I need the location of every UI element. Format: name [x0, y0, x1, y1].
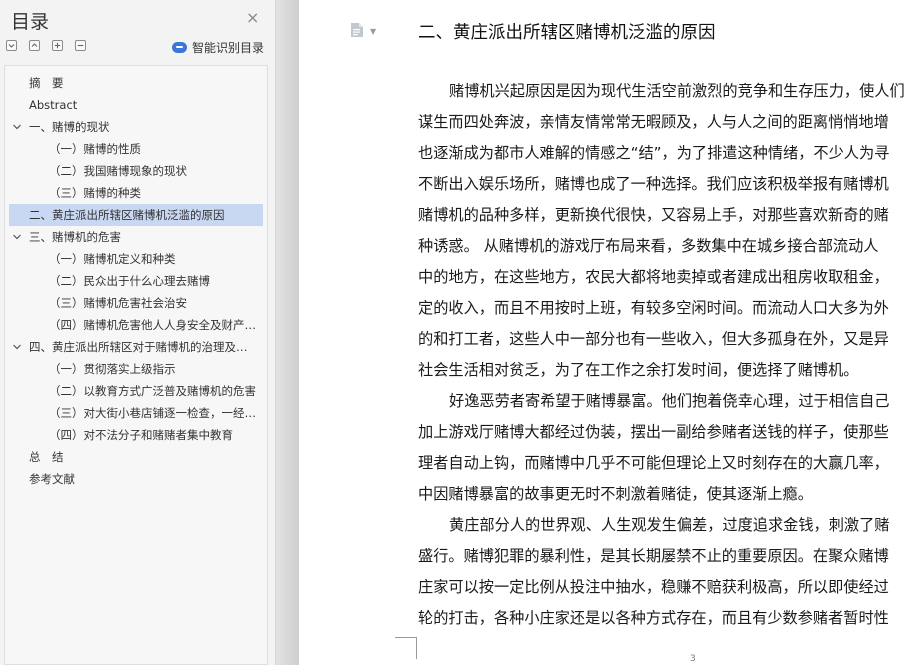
toc-item[interactable]: （二）以教育方式广泛普及赌博机的危害: [9, 380, 263, 402]
toc-item-label: （一）赌博机定义和种类: [49, 252, 176, 266]
toc-item[interactable]: （三）赌博机危害社会治安: [9, 292, 263, 314]
toc-item-label: （三）赌博机危害社会治安: [49, 296, 187, 310]
document-body: 赌博机兴起原因是因为现代生活空前激烈的竞争和生存压力，使人们谋生而四处奔波，亲情…: [418, 76, 909, 634]
toc-item-label: （四）赌博机危害他人人身安全及财产安全: [49, 318, 263, 332]
document-line: 中因赌博暴富的故事更无时不刺激着赌徒，使其逐渐上瘾。: [418, 485, 813, 503]
chevron-down-icon[interactable]: [11, 341, 23, 353]
toc-item-label: 参考文献: [29, 472, 75, 486]
toc-item-label: （三）赌博的种类: [49, 186, 141, 200]
cloud-icon: [172, 42, 187, 53]
page-number: 3: [690, 654, 696, 664]
expand-all-button[interactable]: [6, 40, 17, 51]
toc-item-label: 四、黄庄派出所辖区对于赌博机的治理及对策: [29, 340, 259, 354]
chevron-down-icon: [8, 44, 15, 48]
toc-sidebar: 目录 × 智能识别目录 摘 要 Abstract 一、赌博的现状 （一）赌博的性质 （二…: [0, 0, 276, 665]
toc-item-label: 二、黄庄派出所辖区赌博机泛滥的原因: [29, 208, 225, 222]
document-menu-button[interactable]: ▼: [350, 22, 376, 42]
document-line: 赌博机兴起原因是因为现代生活空前激烈的竞争和生存压力，使人们: [449, 82, 905, 100]
caret-down-icon: ▼: [370, 27, 377, 36]
toc-item-label: 一、赌博的现状: [29, 120, 110, 134]
toc-item[interactable]: （三）对大街小巷店铺逐一检查，一经发现立即取缔: [9, 402, 263, 424]
toc-item[interactable]: 四、黄庄派出所辖区对于赌博机的治理及对策: [9, 336, 263, 358]
chevron-down-icon[interactable]: [11, 121, 23, 133]
toc-item[interactable]: （四）赌博机危害他人人身安全及财产安全: [9, 314, 263, 336]
chevron-down-icon[interactable]: [11, 231, 23, 243]
toc-item-label: （二）民众出于什么心理去赌博: [49, 274, 210, 288]
toc-list: 摘 要 Abstract 一、赌博的现状 （一）赌博的性质 （二）我国赌博现象的现状 （三…: [9, 72, 263, 490]
chevron-up-icon: [31, 43, 38, 47]
document-line: 中的地方，在这些地方，农民大都将地卖掉或者建成出租房收取租金，: [418, 268, 889, 286]
remove-heading-button[interactable]: [75, 40, 86, 51]
plus-icon: [54, 42, 61, 49]
toc-item-label: （二）以教育方式广泛普及赌博机的危害: [49, 384, 256, 398]
page-corner-mark: [395, 637, 417, 659]
sidebar-title: 目录: [11, 11, 50, 33]
document-line: 的和打工者，这些人中一部分也有一些收入，但大多孤身在外，又是异: [418, 330, 889, 348]
toc-item-label: （三）对大街小巷店铺逐一检查，一经发现立即取缔: [49, 406, 263, 420]
document-line: 轮的打击，各种小庄家还是以各种方式存在，而且有少数参赌者暂时性: [418, 609, 889, 627]
toc-item-label: （一）赌博的性质: [49, 142, 141, 156]
add-heading-button[interactable]: [52, 40, 63, 51]
toc-item-label: （四）对不法分子和赌赌者集中教育: [49, 428, 233, 442]
toc-item[interactable]: 摘 要: [9, 72, 263, 94]
toc-item[interactable]: 二、黄庄派出所辖区赌博机泛滥的原因: [9, 204, 263, 226]
toc-item[interactable]: （二）民众出于什么心理去赌博: [9, 270, 263, 292]
toc-toolbar: [6, 40, 98, 54]
toc-item[interactable]: 参考文献: [9, 468, 263, 490]
toc-item-label: 摘 要: [29, 76, 64, 90]
toc-item[interactable]: （一）赌博机定义和种类: [9, 248, 263, 270]
document-line: 赌博机的品种多样，更新换代很快，又容易上手，对那些喜欢新奇的赌: [418, 206, 889, 224]
document-line: 也逐渐成为都市人难解的情感之“结”，为了排遣这种情绪，不少人为寻: [418, 144, 890, 162]
toc-item[interactable]: Abstract: [9, 94, 263, 116]
document-page: ▼ 二、黄庄派出所辖区赌博机泛滥的原因 赌博机兴起原因是因为现代生活空前激烈的竞…: [299, 0, 909, 665]
document-line: 好逸恶劳者寄希望于赌博暴富。他们抱着侥幸心理，过于相信自己: [449, 392, 890, 410]
document-line: 种诱惑。 从赌博机的游戏厅布局来看，多数集中在城乡接合部流动人: [418, 237, 879, 255]
toc-item[interactable]: （三）赌博的种类: [9, 182, 263, 204]
document-line: 盛行。赌博犯罪的暴利性，是其长期屡禁不止的重要原因。在聚众赌博: [418, 547, 889, 565]
toc-item-label: （二）我国赌博现象的现状: [49, 164, 187, 178]
toc-item[interactable]: （四）对不法分子和赌赌者集中教育: [9, 424, 263, 446]
toc-item[interactable]: （二）我国赌博现象的现状: [9, 160, 263, 182]
minus-icon: [77, 44, 84, 47]
toc-item-label: （一）贯彻落实上级指示: [49, 362, 176, 376]
toc-item-label: Abstract: [29, 98, 78, 112]
toc-item[interactable]: 一、赌博的现状: [9, 116, 263, 138]
toc-item[interactable]: 总 结: [9, 446, 263, 468]
document-line: 理者自动上钩，而赌博中几乎不可能但理论上又时刻存在的大赢几率，: [418, 454, 889, 472]
collapse-all-button[interactable]: [29, 40, 40, 51]
close-sidebar-button[interactable]: ×: [246, 10, 259, 26]
toc-item[interactable]: （一）贯彻落实上级指示: [9, 358, 263, 380]
document-line: 加上游戏厅赌博大都经过伪装，摆出一副给参赌者送钱的样子，使那些: [418, 423, 889, 441]
toc-item[interactable]: 三、赌博机的危害: [9, 226, 263, 248]
document-line: 谋生而四处奔波，亲情友情常常无暇顾及，人与人之间的距离悄悄地增: [418, 113, 889, 131]
toc-item[interactable]: （一）赌博的性质: [9, 138, 263, 160]
smart-recognize-toc-button[interactable]: 智能识别目录: [172, 39, 264, 56]
document-line: 不断出入娱乐场所，赌博也成了一种选择。我们应该积极举报有赌博机: [418, 175, 889, 193]
toc-item-label: 总 结: [29, 450, 64, 464]
document-gutter: [276, 0, 299, 665]
toc-panel: 摘 要 Abstract 一、赌博的现状 （一）赌博的性质 （二）我国赌博现象的现状 （三…: [4, 65, 268, 665]
section-heading: 二、黄庄派出所辖区赌博机泛滥的原因: [418, 23, 716, 43]
document-icon: [351, 23, 363, 37]
document-line: 庄家可以按一定比例从投注中抽水，稳赚不赔获利极高，所以即使经过: [418, 578, 889, 596]
toc-item-label: 三、赌博机的危害: [29, 230, 121, 244]
smart-recognize-label: 智能识别目录: [192, 41, 265, 55]
document-line: 社会生活相对贫乏，为了在工作之余打发时间，便选择了赌博机。: [418, 361, 859, 379]
document-line: 黄庄部分人的世界观、人生观发生偏差，过度追求金钱，刺激了赌: [449, 516, 890, 534]
document-line: 定的收入，而且不用按时上班，有较多空闲时间。而流动人口大多为外: [418, 299, 889, 317]
